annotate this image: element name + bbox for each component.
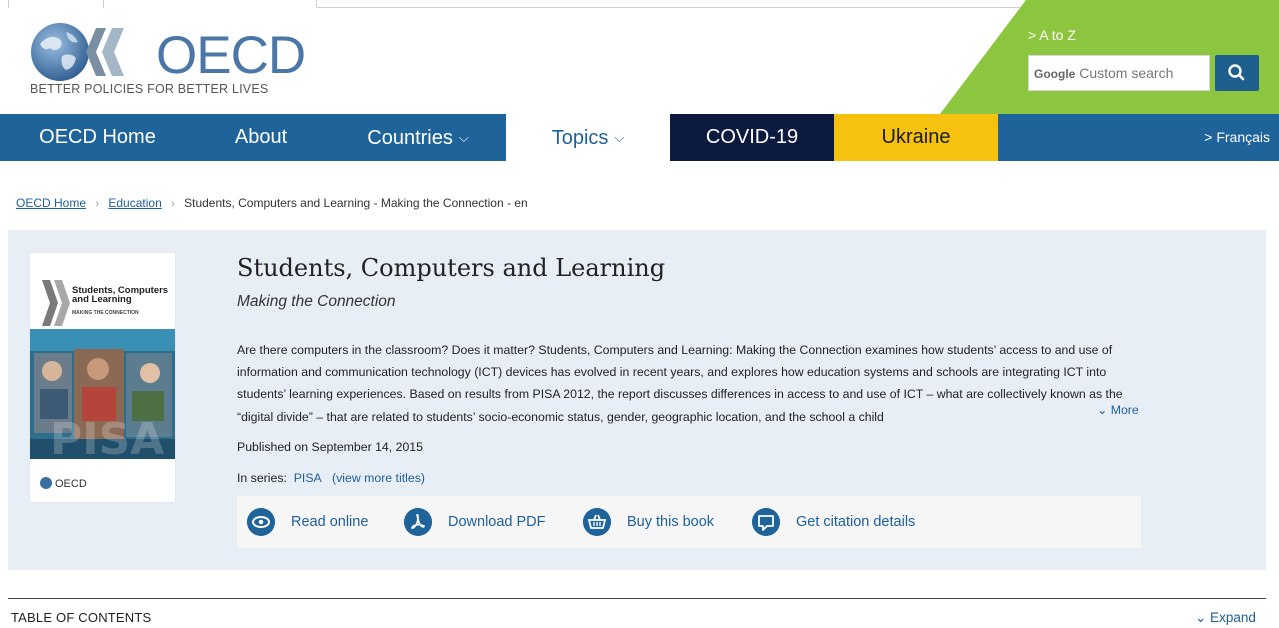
nav-about-label: About xyxy=(234,126,288,148)
toc-divider xyxy=(8,598,1266,599)
nav-ukraine[interactable]: Ukraine xyxy=(834,114,998,161)
buy-book-button[interactable]: Buy this book xyxy=(583,508,733,536)
nav-covid-19[interactable]: COVID-19 xyxy=(670,114,834,161)
nav-oecd-home[interactable]: OECD Home xyxy=(0,114,195,161)
cover-chevrons-icon xyxy=(42,280,70,326)
nav-covid-label: COVID-19 xyxy=(705,126,799,148)
cover-logo-text: OECD xyxy=(55,478,87,490)
logo-wordmark: OECD xyxy=(156,26,306,85)
search-placeholder: Custom search xyxy=(1079,65,1174,81)
main-nav: OECD Home About Countries ⌵ Topics ⌵ COVID… xyxy=(0,114,1279,161)
read-online-label: Read online xyxy=(291,514,369,530)
oecd-mini-globe-icon xyxy=(40,477,52,489)
breadcrumb-oecd-home[interactable]: OECD Home xyxy=(16,196,86,210)
google-brand: Google xyxy=(1034,67,1076,81)
basket-icon xyxy=(583,508,611,536)
toc-heading: TABLE OF CONTENTS xyxy=(11,610,152,625)
breadcrumb: OECD Home › Education › Students, Comput… xyxy=(16,196,528,210)
chevron-down-icon: ⌵ xyxy=(458,130,469,145)
oecd-globe-icon xyxy=(31,23,124,81)
nav-topics[interactable]: Topics ⌵ xyxy=(506,114,670,161)
breadcrumb-education[interactable]: Education xyxy=(108,196,161,210)
citation-button[interactable]: Get citation details xyxy=(752,508,942,536)
breadcrumb-separator: › xyxy=(95,198,100,210)
breadcrumb-current: Students, Computers and Learning - Makin… xyxy=(184,196,528,210)
series-info: In series: PISA (view more titles) xyxy=(237,471,425,485)
toc-expand-button[interactable]: ⌄ Expand xyxy=(1195,610,1256,626)
breadcrumb-separator: › xyxy=(171,198,175,210)
site-header: OECD BETTER POLICIES FOR BETTER LIVES > … xyxy=(0,0,1279,114)
cover-oecd-logo: OECD xyxy=(40,477,87,490)
cover-title: Students, Computers and Learning xyxy=(72,285,169,305)
series-label: In series: xyxy=(237,471,287,485)
abstract-fade xyxy=(952,400,1092,422)
cover-photo: PISA xyxy=(30,329,175,459)
chevron-down-icon: ⌵ xyxy=(614,130,625,145)
view-more-titles-link[interactable]: (view more titles) xyxy=(332,471,425,485)
series-link[interactable]: PISA xyxy=(294,471,322,485)
read-online-button[interactable]: Read online xyxy=(247,508,377,536)
download-pdf-button[interactable]: Download PDF xyxy=(404,508,554,536)
nav-about[interactable]: About xyxy=(195,114,327,161)
nav-topics-label: Topics xyxy=(551,127,609,149)
nav-countries-label: Countries xyxy=(367,127,453,149)
book-subtitle: Making the Connection xyxy=(237,293,396,310)
pdf-icon xyxy=(404,508,432,536)
book-title: Students, Computers and Learning xyxy=(237,254,666,282)
more-toggle[interactable]: ⌄ More xyxy=(1095,403,1139,417)
language-switch-link[interactable]: > Français xyxy=(1160,114,1270,161)
nav-ukraine-label: Ukraine xyxy=(881,126,951,148)
search-button[interactable] xyxy=(1215,55,1259,91)
a-to-z-link[interactable]: > A to Z xyxy=(1028,27,1076,43)
citation-label: Get citation details xyxy=(796,514,916,530)
buy-book-label: Buy this book xyxy=(627,514,715,530)
cover-subtitle: MAKING THE CONNECTION xyxy=(72,310,139,316)
quote-icon xyxy=(752,508,780,536)
nav-oecd-home-label: OECD Home xyxy=(39,126,156,148)
publication-date: Published on September 14, 2015 xyxy=(237,440,423,454)
action-bar: Read online Download PDF Buy this book G… xyxy=(237,496,1141,548)
book-cover[interactable]: Students, Computers and Learning MAKING … xyxy=(30,253,175,502)
eye-icon xyxy=(247,508,275,536)
svg-text:PISA: PISA xyxy=(50,414,164,459)
nav-countries[interactable]: Countries ⌵ xyxy=(330,114,506,161)
oecd-logo[interactable]: OECD BETTER POLICIES FOR BETTER LIVES xyxy=(30,22,306,102)
download-pdf-label: Download PDF xyxy=(448,514,546,530)
search-icon xyxy=(1228,64,1245,81)
logo-tagline: BETTER POLICIES FOR BETTER LIVES xyxy=(30,82,269,96)
search-input[interactable]: Google Custom search xyxy=(1028,55,1210,91)
